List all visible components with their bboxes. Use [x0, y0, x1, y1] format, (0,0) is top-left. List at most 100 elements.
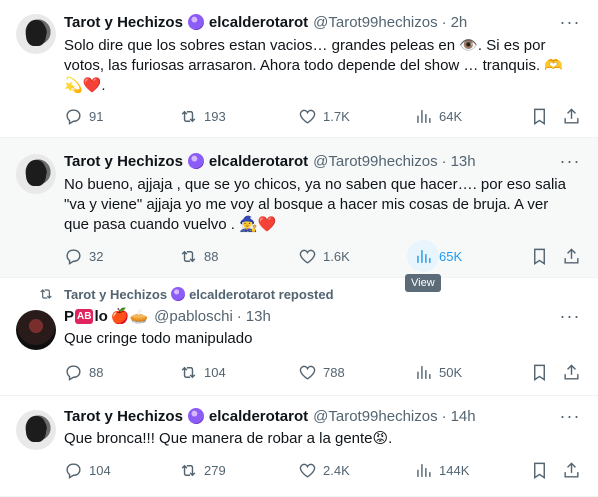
tweet-text: Que cringe todo manipulado [64, 329, 584, 349]
views-button[interactable]: 64K [414, 99, 462, 133]
tweet-text-line: 💫❤️. [64, 77, 106, 94]
tweet[interactable]: Tarot y Hechizos elcalderotarot @Tarot99… [0, 138, 598, 278]
tweet-text-line: No bueno, ajjaja , que se yo chicos, ya … [64, 176, 566, 193]
repost-icon [40, 289, 52, 299]
avatar[interactable] [16, 14, 56, 54]
like-button[interactable]: 1.7K [298, 99, 350, 133]
reply-button[interactable]: 88 [64, 355, 103, 389]
author-name-part: P [64, 307, 75, 325]
more-options-icon[interactable]: ··· [560, 406, 580, 426]
action-bar: 88 104 788 50K [56, 355, 586, 389]
like-button[interactable]: 788 [298, 355, 345, 389]
reply-icon [66, 462, 81, 479]
action-bar: 91 193 1.7K 64K [56, 99, 586, 133]
bookmark-icon [534, 248, 545, 265]
reply-button[interactable]: 32 [64, 239, 103, 273]
reply-icon [66, 108, 81, 125]
view-count: 64K [439, 108, 463, 124]
bookmark-button[interactable] [530, 99, 549, 133]
heart-icon [299, 249, 316, 264]
repost-button[interactable]: 88 [179, 239, 218, 273]
author-handle[interactable]: @Tarot99hechizos [313, 153, 437, 170]
like-count: 788 [323, 364, 345, 380]
tweet-text-line: votos, las furiosas arrasaron. Ahora tod… [64, 57, 563, 74]
repost-count: 88 [204, 248, 219, 264]
author-handle[interactable]: @Tarot99hechizos [313, 408, 437, 425]
views-button[interactable]: 65K [407, 239, 463, 273]
tweet-text-line: Solo dire que los sobres estan vacios… g… [64, 37, 546, 54]
author-name[interactable]: Tarot y Hechizos [64, 153, 183, 170]
author-name-part: lo [94, 307, 108, 325]
repost-button[interactable]: 279 [179, 453, 226, 487]
bookmark-button[interactable] [530, 239, 549, 273]
tweet[interactable]: Tarot y Hechizos elcalderotarot @Tarot99… [0, 396, 598, 497]
reply-button[interactable]: 104 [64, 453, 111, 487]
views-button[interactable]: 144K [414, 453, 469, 487]
tweet-text-line: Que cringe todo manipulado [64, 330, 253, 347]
timestamp[interactable]: 13h [451, 153, 476, 170]
bookmark-button[interactable] [530, 355, 549, 389]
tweet-header: Tarot y Hechizos elcalderotarot @Tarot99… [64, 151, 476, 171]
timestamp[interactable]: 13h [246, 308, 271, 325]
author-name[interactable]: Tarot y Hechizos [64, 14, 183, 31]
crystal-ball-icon [187, 153, 204, 169]
display-tag[interactable]: elcalderotarot [209, 14, 308, 31]
crystal-ball-icon [187, 408, 204, 424]
crystal-ball-icon [171, 287, 186, 301]
repost-context[interactable]: Tarot y Hechizos elcalderotarot reposted [38, 284, 334, 304]
tweet-header: Tarot y Hechizos elcalderotarot @Tarot99… [64, 406, 476, 426]
display-tag[interactable]: elcalderotarot [209, 408, 308, 425]
avatar[interactable] [16, 410, 56, 450]
repost-count: 193 [204, 108, 226, 124]
more-options-icon[interactable]: ··· [560, 151, 580, 171]
crystal-ball-icon [187, 14, 204, 30]
tweet[interactable]: Tarot y Hechizos elcalderotarot @Tarot99… [0, 0, 598, 138]
author-handle[interactable]: @Tarot99hechizos [313, 14, 437, 31]
reply-button[interactable]: 91 [64, 99, 103, 133]
view-count: 144K [439, 462, 470, 478]
analytics-icon [417, 365, 431, 379]
bookmark-icon [534, 462, 545, 479]
name-emojis: 🍎🥧 [110, 307, 149, 325]
bookmark-button[interactable] [530, 453, 549, 487]
avatar[interactable] [16, 310, 56, 350]
separator-dot: · [441, 407, 447, 425]
heart-icon [299, 463, 316, 478]
share-button[interactable] [562, 453, 581, 487]
repost-count: 279 [204, 462, 226, 478]
like-count: 2.4K [323, 462, 350, 478]
author-name[interactable]: Tarot y Hechizos [64, 408, 183, 425]
heart-icon [299, 109, 316, 124]
share-button[interactable] [562, 355, 581, 389]
author-handle[interactable]: @pabloschi [154, 308, 233, 325]
timestamp[interactable]: 14h [451, 408, 476, 425]
tweet-text: No bueno, ajjaja , que se yo chicos, ya … [64, 175, 584, 235]
view-count: 65K [439, 248, 463, 264]
views-tooltip: View [405, 274, 441, 292]
author-name[interactable]: P AB lo 🍎🥧 [64, 307, 148, 325]
more-options-icon[interactable]: ··· [560, 306, 580, 326]
like-button[interactable]: 2.4K [298, 453, 350, 487]
share-icon [564, 107, 579, 124]
avatar[interactable] [16, 154, 56, 194]
bookmark-icon [534, 108, 545, 125]
display-tag[interactable]: elcalderotarot [209, 153, 308, 170]
like-count: 1.7K [323, 108, 350, 124]
timestamp[interactable]: 2h [451, 14, 468, 31]
separator-dot: · [441, 13, 447, 31]
share-button[interactable] [562, 99, 581, 133]
share-icon [564, 363, 579, 380]
action-bar: 104 279 2.4K 144K [56, 453, 586, 487]
repost-button[interactable]: 104 [179, 355, 226, 389]
more-options-icon[interactable]: ··· [560, 12, 580, 32]
repost-icon [181, 250, 196, 262]
view-count: 50K [439, 364, 463, 380]
reply-icon [66, 248, 81, 265]
separator-dot: · [236, 307, 242, 325]
like-button[interactable]: 1.6K [298, 239, 350, 273]
share-button[interactable] [562, 239, 581, 273]
repost-button[interactable]: 193 [179, 99, 226, 133]
views-button[interactable]: 50K [414, 355, 462, 389]
repost-icon [181, 110, 196, 122]
tweet-header: P AB lo 🍎🥧 @pabloschi · 13h [64, 306, 271, 326]
